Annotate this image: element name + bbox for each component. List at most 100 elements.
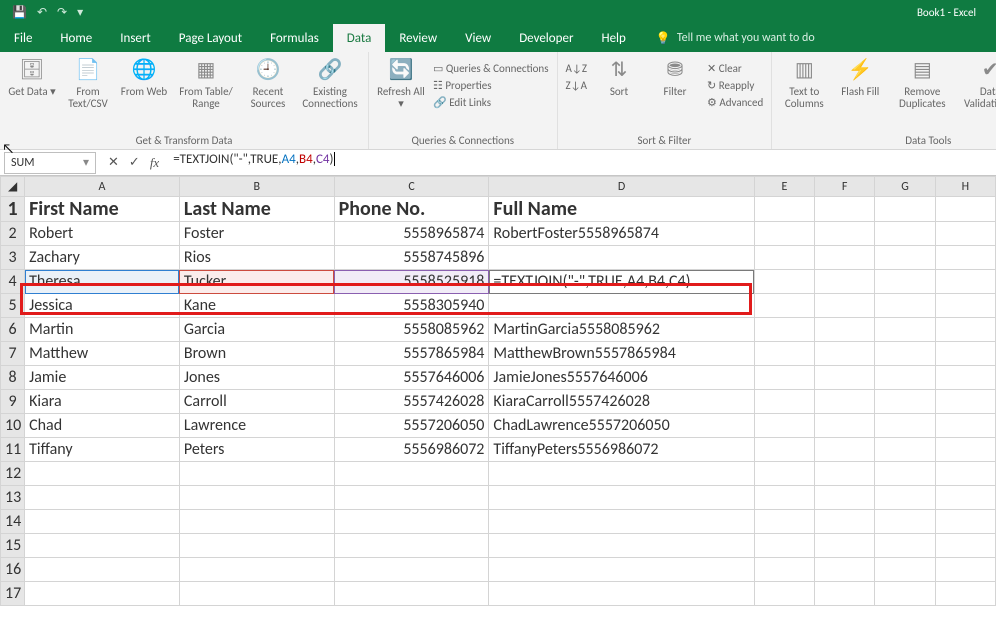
cell[interactable]: Foster (179, 222, 334, 246)
tab-home[interactable]: Home (46, 24, 106, 52)
cell[interactable] (815, 270, 875, 294)
row-header[interactable]: 6 (1, 318, 25, 342)
undo-icon[interactable]: ↶ (37, 5, 47, 20)
cell[interactable]: 5556986072 (334, 438, 489, 462)
cell[interactable] (935, 222, 995, 246)
tab-help[interactable]: Help (587, 24, 639, 52)
cell[interactable] (815, 414, 875, 438)
cell[interactable] (334, 558, 489, 582)
properties-button[interactable]: ☷ Properties (433, 79, 549, 92)
tab-pagelayout[interactable]: Page Layout (165, 24, 256, 52)
cell[interactable] (935, 510, 995, 534)
cell[interactable]: Peters (179, 438, 334, 462)
sort-button[interactable]: ⇅Sort (595, 56, 643, 132)
cell[interactable]: MatthewBrown5557865984 (489, 342, 754, 366)
cell[interactable]: Rios (179, 246, 334, 270)
cell[interactable] (875, 438, 935, 462)
queries-connections-button[interactable]: ▭ Queries & Connections (433, 62, 549, 75)
cell[interactable]: 5557646006 (334, 366, 489, 390)
cell[interactable]: RobertFoster5558965874 (489, 222, 754, 246)
row-header[interactable]: 15 (1, 534, 25, 558)
tab-developer[interactable]: Developer (505, 24, 587, 52)
col-header-H[interactable]: H (935, 177, 995, 197)
row-header[interactable]: 8 (1, 366, 25, 390)
edit-links-button[interactable]: 🔗 Edit Links (433, 96, 549, 109)
row-header[interactable]: 7 (1, 342, 25, 366)
cell[interactable] (815, 510, 875, 534)
cell[interactable] (815, 462, 875, 486)
col-header-G[interactable]: G (875, 177, 935, 197)
data-validation-button[interactable]: ✔Data Validation ▾ (960, 56, 996, 132)
cell[interactable] (334, 462, 489, 486)
cancel-formula-icon[interactable]: ✕ (108, 155, 119, 170)
cell[interactable] (489, 558, 754, 582)
row-header[interactable]: 16 (1, 558, 25, 582)
tab-review[interactable]: Review (385, 24, 451, 52)
cell[interactable]: Lawrence (179, 414, 334, 438)
cell[interactable]: Jamie (25, 366, 180, 390)
tab-insert[interactable]: Insert (106, 24, 165, 52)
cell[interactable]: Garcia (179, 318, 334, 342)
cell[interactable] (875, 318, 935, 342)
select-all-corner[interactable]: ◢ (1, 177, 25, 197)
from-text-csv-button[interactable]: 📄From Text/CSV (64, 56, 112, 132)
from-table-range-button[interactable]: ▦From Table/ Range (176, 56, 236, 132)
cell[interactable]: 5558745896 (334, 246, 489, 270)
row-header[interactable]: 4 (1, 270, 25, 294)
cell[interactable] (754, 318, 814, 342)
cell[interactable] (935, 246, 995, 270)
save-icon[interactable]: 💾 (12, 5, 27, 20)
col-header-B[interactable]: B (179, 177, 334, 197)
cell[interactable]: JamieJones5557646006 (489, 366, 754, 390)
cell[interactable] (815, 438, 875, 462)
tell-me[interactable]: 💡 Tell me what you want to do (640, 24, 815, 52)
cell[interactable]: 5558085962 (334, 318, 489, 342)
cell[interactable] (935, 342, 995, 366)
cell[interactable] (754, 222, 814, 246)
cell[interactable] (754, 486, 814, 510)
cell[interactable] (754, 342, 814, 366)
cell[interactable] (25, 534, 180, 558)
cell[interactable] (815, 318, 875, 342)
cell[interactable]: Chad (25, 414, 180, 438)
cell[interactable]: 5557865984 (334, 342, 489, 366)
cell[interactable]: Brown (179, 342, 334, 366)
cell[interactable] (875, 294, 935, 318)
cell[interactable] (815, 390, 875, 414)
recent-sources-button[interactable]: 🕘Recent Sources (244, 56, 292, 132)
cell[interactable] (754, 510, 814, 534)
cell[interactable] (875, 510, 935, 534)
cell[interactable] (334, 486, 489, 510)
cell[interactable]: Last Name (179, 197, 334, 222)
cell[interactable] (875, 342, 935, 366)
cell[interactable] (754, 390, 814, 414)
cell[interactable] (815, 294, 875, 318)
cell[interactable] (815, 366, 875, 390)
formula-bar[interactable]: =TEXTJOIN("-",TRUE,A4,B4,C4) (167, 152, 996, 174)
cell[interactable] (754, 414, 814, 438)
col-header-E[interactable]: E (754, 177, 814, 197)
cell[interactable] (754, 462, 814, 486)
get-data-button[interactable]: 🗄Get Data ▾ (8, 56, 56, 132)
cell[interactable] (754, 270, 814, 294)
cell[interactable] (935, 294, 995, 318)
cell[interactable] (25, 558, 180, 582)
cell[interactable] (935, 270, 995, 294)
qat-dropdown-icon[interactable]: ▾ (77, 5, 83, 20)
cell[interactable] (815, 558, 875, 582)
col-header-F[interactable]: F (815, 177, 875, 197)
row-header[interactable]: 9 (1, 390, 25, 414)
cell[interactable] (875, 197, 935, 222)
cell[interactable]: 5557426028 (334, 390, 489, 414)
cell[interactable]: MartinGarcia5558085962 (489, 318, 754, 342)
cell[interactable] (754, 246, 814, 270)
refresh-all-button[interactable]: 🔄Refresh All ▾ (377, 56, 425, 132)
cell[interactable]: ChadLawrence5557206050 (489, 414, 754, 438)
cell[interactable] (935, 438, 995, 462)
cell[interactable] (489, 462, 754, 486)
cell-ref-b4[interactable]: Tucker (179, 270, 334, 294)
cell[interactable]: Carroll (179, 390, 334, 414)
cell[interactable] (875, 222, 935, 246)
enter-formula-icon[interactable]: ✓ (129, 155, 140, 170)
row-header[interactable]: 1 (1, 197, 25, 222)
